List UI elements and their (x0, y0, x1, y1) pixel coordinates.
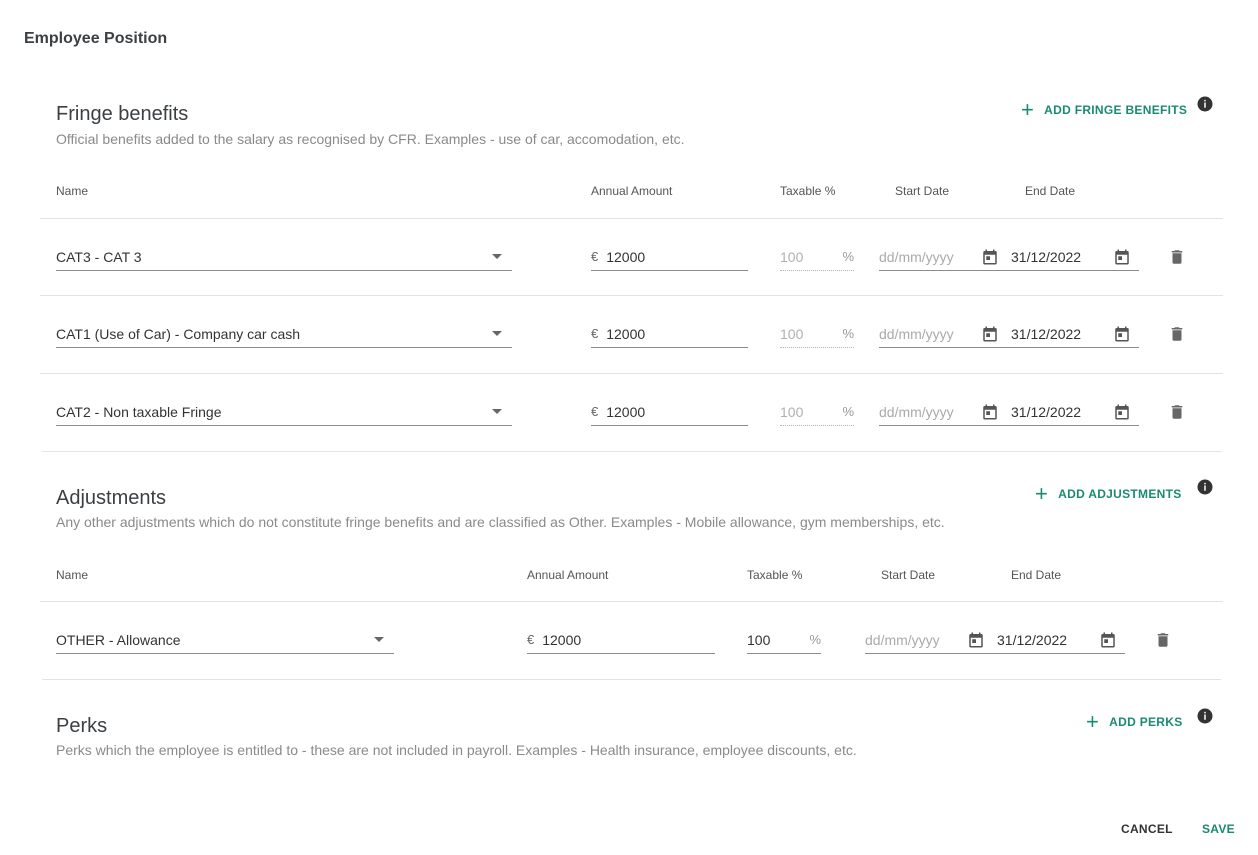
amount-value: 12000 (542, 631, 582, 648)
date-range-field: dd/mm/yyyy 31/12/2022 (879, 398, 1139, 426)
calendar-icon[interactable] (1099, 631, 1117, 649)
currency-symbol: € (591, 404, 599, 419)
chevron-down-icon (492, 409, 502, 414)
col-header-end-date: End Date (1011, 568, 1062, 582)
divider (40, 373, 1223, 374)
taxable-input[interactable]: 100 % (780, 320, 854, 348)
adjustment-name-select[interactable]: OTHER - Allowance (56, 626, 394, 654)
divider (40, 295, 1223, 296)
taxable-input[interactable]: 100 % (747, 626, 821, 654)
percent-suffix: % (842, 249, 854, 264)
divider (40, 601, 1223, 602)
end-date-input[interactable]: 31/12/2022 (1011, 326, 1109, 342)
divider (40, 218, 1223, 219)
fringe-name-select[interactable]: CAT1 (Use of Car) - Company car cash (56, 320, 512, 348)
col-header-annual-amount: Annual Amount (591, 184, 673, 198)
col-header-taxable: Taxable % (780, 184, 836, 198)
taxable-input[interactable]: 100 % (780, 398, 854, 426)
amount-value: 12000 (606, 403, 646, 420)
info-icon[interactable] (1196, 478, 1214, 496)
perks-description: Perks which the employee is entitled to … (56, 742, 857, 758)
plus-icon: + (1035, 481, 1049, 506)
adjustments-title: Adjustments (56, 487, 167, 509)
fringe-title: Fringe benefits (56, 103, 189, 125)
start-date-input[interactable]: dd/mm/yyyy (865, 632, 963, 648)
currency-symbol: € (591, 249, 599, 264)
annual-amount-input[interactable]: € 12000 (527, 626, 715, 654)
select-value: OTHER - Allowance (56, 631, 181, 648)
add-fringe-benefits-button[interactable]: + ADD FRINGE BENEFITS (1021, 99, 1187, 121)
adjustments-description: Any other adjustments which do not const… (56, 514, 945, 530)
delete-icon[interactable] (1168, 325, 1186, 343)
start-date-input[interactable]: dd/mm/yyyy (879, 404, 977, 420)
chevron-down-icon (492, 331, 502, 336)
add-perks-label: ADD PERKS (1109, 715, 1183, 729)
calendar-icon[interactable] (967, 631, 985, 649)
col-header-name: Name (56, 568, 89, 582)
amount-value: 12000 (606, 325, 646, 342)
plus-icon: + (1086, 709, 1100, 734)
annual-amount-input[interactable]: € 12000 (591, 243, 748, 271)
select-value: CAT3 - CAT 3 (56, 248, 142, 265)
percent-suffix: % (809, 632, 821, 647)
select-value: CAT2 - Non taxable Fringe (56, 403, 222, 420)
percent-suffix: % (842, 326, 854, 341)
col-header-start-date: Start Date (895, 184, 950, 198)
start-date-input[interactable]: dd/mm/yyyy (879, 326, 977, 342)
date-range-field: dd/mm/yyyy 31/12/2022 (879, 320, 1139, 348)
taxable-value: 100 (747, 631, 771, 648)
chevron-down-icon (492, 254, 502, 259)
select-value: CAT1 (Use of Car) - Company car cash (56, 325, 301, 342)
calendar-icon[interactable] (1113, 403, 1131, 421)
annual-amount-input[interactable]: € 12000 (591, 398, 748, 426)
divider (42, 679, 1221, 680)
fringe-name-select[interactable]: CAT3 - CAT 3 (56, 243, 512, 271)
chevron-down-icon (374, 637, 384, 642)
end-date-input[interactable]: 31/12/2022 (1011, 404, 1109, 420)
fringe-description: Official benefits added to the salary as… (56, 131, 685, 147)
dialog-title: Employee Position (24, 30, 168, 47)
percent-suffix: % (842, 404, 854, 419)
col-header-taxable: Taxable % (747, 568, 803, 582)
divider (42, 451, 1221, 452)
plus-icon: + (1021, 97, 1035, 122)
add-adjustments-button[interactable]: + ADD ADJUSTMENTS (1035, 483, 1182, 505)
date-range-field: dd/mm/yyyy 31/12/2022 (865, 626, 1125, 654)
delete-icon[interactable] (1154, 631, 1172, 649)
fringe-name-select[interactable]: CAT2 - Non taxable Fringe (56, 398, 512, 426)
end-date-input[interactable]: 31/12/2022 (1011, 249, 1109, 265)
col-header-start-date: Start Date (881, 568, 936, 582)
delete-icon[interactable] (1168, 403, 1186, 421)
calendar-icon[interactable] (1113, 325, 1131, 343)
info-icon[interactable] (1196, 707, 1214, 725)
annual-amount-input[interactable]: € 12000 (591, 320, 748, 348)
info-icon[interactable] (1196, 95, 1214, 113)
add-perks-button[interactable]: + ADD PERKS (1086, 711, 1183, 733)
calendar-icon[interactable] (981, 248, 999, 266)
col-header-annual-amount: Annual Amount (527, 568, 609, 582)
save-button[interactable]: SAVE (1202, 822, 1235, 836)
col-header-end-date: End Date (1025, 184, 1076, 198)
currency-symbol: € (591, 326, 599, 341)
perks-title: Perks (56, 715, 108, 737)
taxable-value: 100 (780, 248, 804, 265)
cancel-button[interactable]: CANCEL (1121, 822, 1173, 836)
calendar-icon[interactable] (981, 403, 999, 421)
delete-icon[interactable] (1168, 248, 1186, 266)
start-date-input[interactable]: dd/mm/yyyy (879, 249, 977, 265)
add-fringe-benefits-label: ADD FRINGE BENEFITS (1044, 103, 1188, 117)
calendar-icon[interactable] (1113, 248, 1131, 266)
currency-symbol: € (527, 632, 535, 647)
calendar-icon[interactable] (981, 325, 999, 343)
add-adjustments-label: ADD ADJUSTMENTS (1058, 487, 1182, 501)
end-date-input[interactable]: 31/12/2022 (997, 632, 1095, 648)
taxable-value: 100 (780, 403, 804, 420)
taxable-input[interactable]: 100 % (780, 243, 854, 271)
date-range-field: dd/mm/yyyy 31/12/2022 (879, 243, 1139, 271)
taxable-value: 100 (780, 325, 804, 342)
amount-value: 12000 (606, 248, 646, 265)
col-header-name: Name (56, 184, 89, 198)
